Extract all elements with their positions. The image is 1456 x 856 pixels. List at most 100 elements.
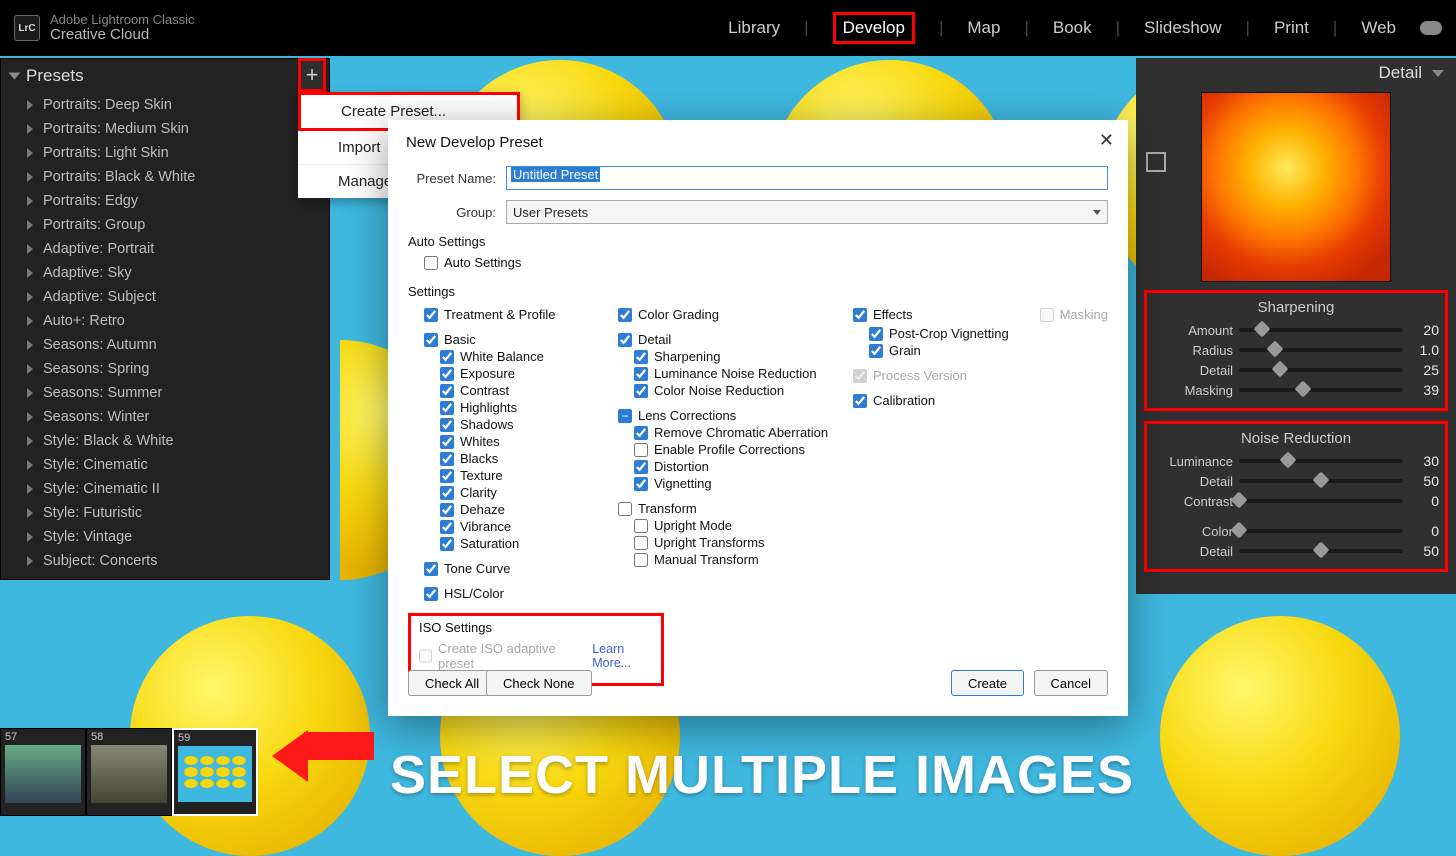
settings-title: Settings	[408, 284, 1108, 299]
chk-basic[interactable]: Basic	[424, 332, 598, 347]
preset-item-6[interactable]: Adaptive: Portrait	[1, 237, 329, 261]
chk-whites[interactable]: Whites	[440, 434, 598, 449]
thumb-57[interactable]: 57	[0, 728, 86, 816]
module-develop[interactable]: Develop	[833, 12, 915, 44]
preset-item-9[interactable]: Auto+: Retro	[1, 309, 329, 333]
slider-radius[interactable]: Radius1.0	[1153, 342, 1439, 358]
slider-detail[interactable]: Detail25	[1153, 362, 1439, 378]
chk-dehaze[interactable]: Dehaze	[440, 502, 598, 517]
chk-vignetting[interactable]: Vignetting	[634, 476, 833, 491]
chk-enable-profile[interactable]: Enable Profile Corrections	[634, 442, 833, 457]
preset-item-12[interactable]: Seasons: Summer	[1, 381, 329, 405]
slider-nr-detail[interactable]: Detail50	[1153, 473, 1439, 489]
preset-item-15[interactable]: Style: Cinematic	[1, 453, 329, 477]
preset-item-19[interactable]: Subject: Concerts	[1, 549, 329, 573]
chk-tone-curve[interactable]: Tone Curve	[424, 561, 598, 576]
check-all-button[interactable]: Check All	[408, 670, 496, 696]
chk-upright-t[interactable]: Upright Transforms	[634, 535, 833, 550]
chk-hsl-color[interactable]: HSL/Color	[424, 586, 598, 601]
chk-effects[interactable]: Effects	[853, 307, 913, 322]
chk-lens[interactable]: −Lens Corrections	[618, 408, 833, 423]
target-icon[interactable]	[1146, 152, 1166, 172]
chk-shadows[interactable]: Shadows	[440, 417, 598, 432]
chk-exposure[interactable]: Exposure	[440, 366, 598, 381]
create-button[interactable]: Create	[951, 670, 1024, 696]
chk-white-balance[interactable]: White Balance	[440, 349, 598, 364]
new-develop-preset-dialog: New Develop Preset ✕ Preset Name: Untitl…	[388, 120, 1128, 716]
chk-grain[interactable]: Grain	[869, 343, 1108, 358]
chk-detail[interactable]: Detail	[618, 332, 833, 347]
preset-item-3[interactable]: Portraits: Black & White	[1, 165, 329, 189]
preset-item-13[interactable]: Seasons: Winter	[1, 405, 329, 429]
slider-luminance[interactable]: Luminance30	[1153, 453, 1439, 469]
annotation-caption: SELECT MULTIPLE IMAGES	[390, 744, 1134, 806]
noise-title: Noise Reduction	[1153, 430, 1439, 447]
detail-header[interactable]: Detail	[1136, 58, 1456, 88]
chk-distortion[interactable]: Distortion	[634, 459, 833, 474]
chk-treatment[interactable]: Treatment & Profile	[424, 307, 598, 322]
chk-blacks[interactable]: Blacks	[440, 451, 598, 466]
slider-amount[interactable]: Amount20	[1153, 322, 1439, 338]
group-value: User Presets	[513, 205, 588, 220]
chk-upright-mode[interactable]: Upright Mode	[634, 518, 833, 533]
preset-item-5[interactable]: Portraits: Group	[1, 213, 329, 237]
module-picker: Library| Develop| Map| Book| Slideshow| …	[728, 12, 1442, 44]
slider-masking[interactable]: Masking39	[1153, 382, 1439, 398]
module-print[interactable]: Print	[1274, 18, 1309, 38]
chk-process[interactable]: Process Version	[853, 368, 1108, 383]
preset-item-17[interactable]: Style: Futuristic	[1, 501, 329, 525]
chk-lum-nr[interactable]: Luminance Noise Reduction	[634, 366, 833, 381]
chk-pcv[interactable]: Post-Crop Vignetting	[869, 326, 1108, 341]
cloud-sync-icon[interactable]	[1420, 21, 1442, 35]
chk-color-nr[interactable]: Color Noise Reduction	[634, 383, 833, 398]
chk-masking[interactable]: Masking	[1040, 307, 1108, 322]
add-preset-button[interactable]: +	[298, 58, 326, 92]
preset-item-18[interactable]: Style: Vintage	[1, 525, 329, 549]
preset-item-2[interactable]: Portraits: Light Skin	[1, 141, 329, 165]
preset-item-10[interactable]: Seasons: Autumn	[1, 333, 329, 357]
chk-iso-adaptive[interactable]: Create ISO adaptive preset	[419, 641, 564, 671]
group-select[interactable]: User Presets	[506, 200, 1108, 224]
chk-saturation[interactable]: Saturation	[440, 536, 598, 551]
check-none-button[interactable]: Check None	[486, 670, 592, 696]
chk-transform[interactable]: Transform	[618, 501, 833, 516]
preset-item-7[interactable]: Adaptive: Sky	[1, 261, 329, 285]
module-library[interactable]: Library	[728, 18, 780, 38]
chk-vibrance[interactable]: Vibrance	[440, 519, 598, 534]
preset-item-1[interactable]: Portraits: Medium Skin	[1, 117, 329, 141]
detail-preview[interactable]	[1201, 92, 1391, 282]
slider-nr-color[interactable]: Color0	[1153, 523, 1439, 539]
sharpening-section: Sharpening Amount20 Radius1.0 Detail25 M…	[1144, 290, 1448, 411]
thumb-58[interactable]: 58	[86, 728, 172, 816]
preset-item-0[interactable]: Portraits: Deep Skin	[1, 93, 329, 117]
slider-nr-detail2[interactable]: Detail50	[1153, 543, 1439, 559]
cancel-button[interactable]: Cancel	[1034, 670, 1108, 696]
dialog-close-icon[interactable]: ✕	[1099, 130, 1114, 151]
module-web[interactable]: Web	[1361, 18, 1396, 38]
preset-item-11[interactable]: Seasons: Spring	[1, 357, 329, 381]
preset-item-4[interactable]: Portraits: Edgy	[1, 189, 329, 213]
preset-item-16[interactable]: Style: Cinematic II	[1, 477, 329, 501]
chk-texture[interactable]: Texture	[440, 468, 598, 483]
preset-name-input[interactable]: Untitled Preset	[506, 166, 1108, 190]
chk-clarity[interactable]: Clarity	[440, 485, 598, 500]
chk-color-grading[interactable]: Color Grading	[618, 307, 833, 322]
module-map[interactable]: Map	[967, 18, 1000, 38]
module-slideshow[interactable]: Slideshow	[1144, 18, 1222, 38]
module-book[interactable]: Book	[1053, 18, 1092, 38]
chk-calibration[interactable]: Calibration	[853, 393, 1108, 408]
preset-item-14[interactable]: Style: Black & White	[1, 429, 329, 453]
slider-nr-contrast[interactable]: Contrast0	[1153, 493, 1439, 509]
presets-header[interactable]: Presets	[1, 59, 329, 93]
chk-contrast[interactable]: Contrast	[440, 383, 598, 398]
brand-text: Adobe Lightroom Classic Creative Cloud	[50, 13, 195, 44]
iso-title: ISO Settings	[419, 620, 653, 635]
chk-highlights[interactable]: Highlights	[440, 400, 598, 415]
preset-item-8[interactable]: Adaptive: Subject	[1, 285, 329, 309]
iso-learn-more-link[interactable]: Learn More...	[592, 642, 653, 670]
chk-sharpening[interactable]: Sharpening	[634, 349, 833, 364]
chk-manual-t[interactable]: Manual Transform	[634, 552, 833, 567]
chk-auto-settings[interactable]: Auto Settings	[424, 255, 1108, 270]
chk-remove-ca[interactable]: Remove Chromatic Aberration	[634, 425, 833, 440]
thumb-59[interactable]: 59	[172, 728, 258, 816]
